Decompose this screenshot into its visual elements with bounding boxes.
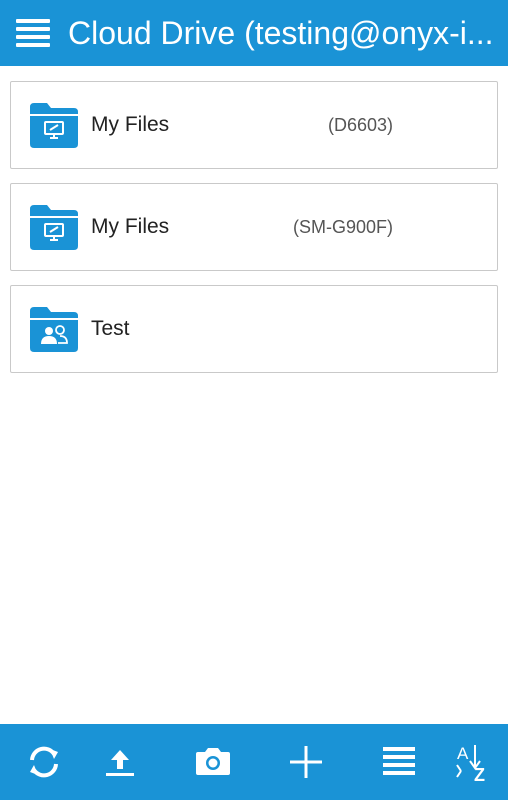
refresh-button[interactable] — [14, 724, 74, 800]
desktop-folder-icon — [30, 103, 78, 148]
desktop-folder-icon — [30, 205, 78, 250]
folder-device: (SM-G900F) — [292, 216, 393, 237]
folder-label: My Files — [91, 113, 170, 136]
folder-item-my-files-sm-g900f[interactable]: My Files (SM-G900F) — [10, 183, 498, 271]
app-header: Cloud Drive (testing@onyx-i... — [0, 0, 508, 66]
upload-button[interactable] — [90, 724, 150, 800]
list-view-icon — [383, 747, 415, 775]
sort-az-icon: A Z — [456, 744, 485, 782]
sort-button[interactable]: A Z — [444, 724, 504, 800]
add-button[interactable] — [276, 724, 336, 800]
upload-icon — [106, 750, 134, 776]
folder-list: My Files (D6603) My Files (SM-G900F) Tes… — [10, 81, 498, 387]
svg-text:Z: Z — [474, 765, 485, 782]
hamburger-menu-icon[interactable] — [16, 19, 50, 47]
folder-label: Test — [91, 317, 130, 340]
bottom-toolbar: A Z — [0, 724, 508, 800]
folder-item-my-files-d6603[interactable]: My Files (D6603) — [10, 81, 498, 169]
cloud-drive-app: Cloud Drive (testing@onyx-i... My Files … — [0, 0, 508, 800]
refresh-icon — [30, 746, 58, 778]
shared-folder-icon — [30, 307, 78, 352]
folder-item-test[interactable]: Test — [10, 285, 498, 373]
svg-text:A: A — [457, 744, 469, 763]
page-title: Cloud Drive (testing@onyx-i... — [68, 14, 494, 51]
folder-device: (D6603) — [327, 114, 393, 135]
list-view-button[interactable] — [369, 724, 429, 800]
camera-icon — [196, 748, 230, 775]
camera-button[interactable] — [183, 724, 243, 800]
plus-icon — [290, 746, 322, 778]
folder-label: My Files — [91, 215, 170, 238]
